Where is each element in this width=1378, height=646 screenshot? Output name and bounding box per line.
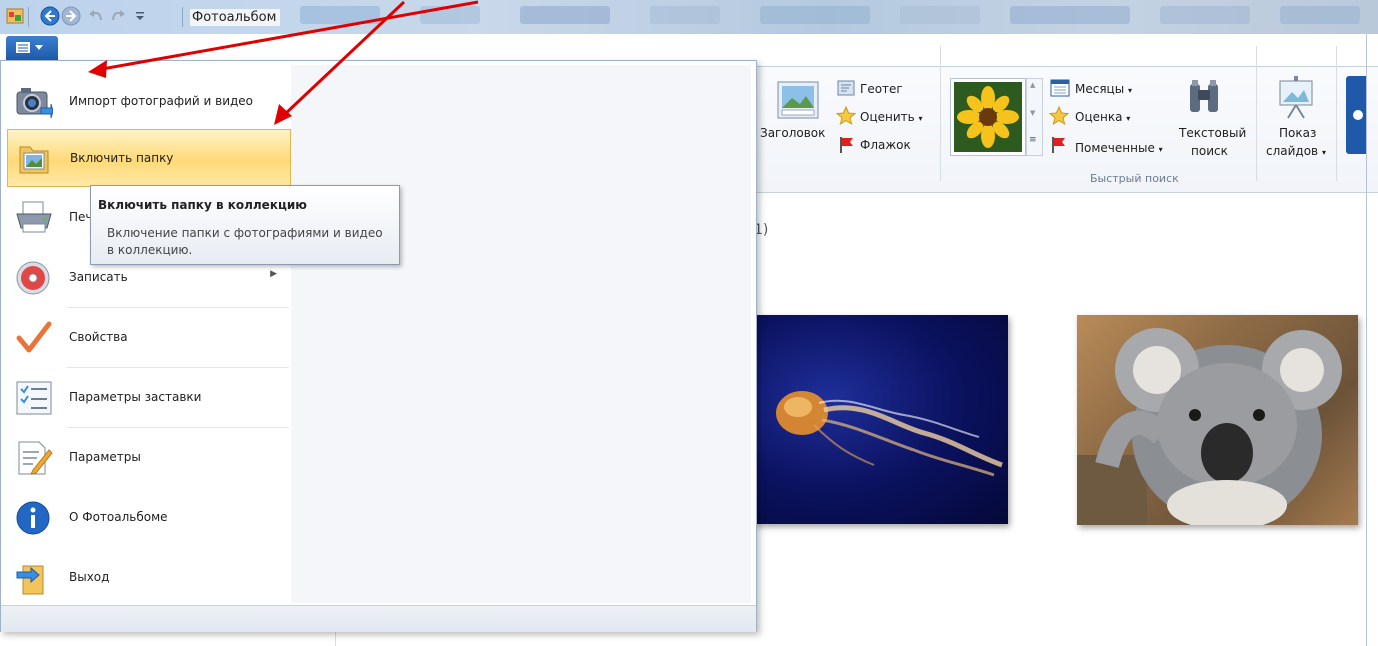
star-icon <box>1049 106 1069 126</box>
gallery-scroll[interactable]: ▲ ▼ ≡ <box>1026 78 1043 156</box>
text-search-label-1[interactable]: Текстовый <box>1179 126 1246 140</box>
camera-import-icon <box>16 88 53 119</box>
back-icon[interactable] <box>40 6 60 26</box>
redo-icon[interactable] <box>108 6 128 26</box>
window-edge <box>1366 34 1367 646</box>
gallery-up-icon[interactable]: ▲ <box>1030 81 1035 89</box>
ribbon-separator <box>940 46 941 181</box>
toolbar-separator <box>182 7 183 27</box>
menu-item-label: Параметры <box>69 450 141 464</box>
forward-icon[interactable] <box>61 6 81 26</box>
flower-thumbnail <box>954 82 1022 152</box>
window-title: Фотоальбом <box>190 9 281 26</box>
submenu-arrow-icon: ▶ <box>270 269 277 279</box>
menu-item-exit[interactable]: Выход <box>7 549 291 607</box>
menu-item-label: Печ <box>69 210 93 224</box>
caption-button[interactable]: Заголовок <box>760 126 825 140</box>
flag-icon <box>840 137 853 153</box>
app-menu-button[interactable] <box>6 36 58 60</box>
caption-icon <box>777 81 819 119</box>
menu-item-label: Свойства <box>69 330 128 344</box>
tooltip-title: Включить папку в коллекцию <box>98 198 307 212</box>
jellyfish-image <box>776 391 1003 477</box>
menu-item-label: Импорт фотографий и видео <box>69 94 254 108</box>
rating-button[interactable]: Оценка ▾ <box>1075 110 1130 124</box>
customize-icon[interactable] <box>130 6 150 26</box>
menu-recent-pane <box>291 65 751 603</box>
ribbon-tab-strip <box>755 34 1378 67</box>
menu-item-label: Выход <box>69 570 110 584</box>
thumbnail-gallery[interactable] <box>950 78 1026 156</box>
menu-separator <box>67 367 289 368</box>
calendar-icon <box>1050 79 1070 97</box>
ribbon-separator <box>1336 46 1337 181</box>
menu-button-icon <box>16 42 43 53</box>
rate-button[interactable]: Оценить ▾ <box>860 110 923 124</box>
star-icon <box>836 106 856 126</box>
cloud-icon <box>1353 110 1363 120</box>
disc-burn-icon <box>16 261 50 295</box>
tooltip: Включить папку в коллекцию Включение пап… <box>90 185 400 265</box>
slideshow-button[interactable]: слайдов ▾ <box>1266 144 1326 158</box>
menu-item-label: Включить папку <box>70 151 174 165</box>
menu-separator <box>67 307 289 308</box>
geotag-button[interactable]: Геотег <box>860 82 903 96</box>
flag-icon <box>1052 137 1065 153</box>
gallery-down-icon[interactable]: ▼ <box>1030 109 1035 117</box>
menu-footer <box>1 605 756 632</box>
months-button[interactable]: Месяцы ▾ <box>1075 82 1132 96</box>
exit-icon <box>16 565 44 595</box>
ribbon-separator <box>1256 46 1257 181</box>
ribbon-group-label: Быстрый поиск <box>1090 172 1179 185</box>
geotag-icon <box>837 80 855 96</box>
menu-item-options[interactable]: Параметры <box>7 429 291 487</box>
koala-photo[interactable] <box>1077 315 1358 525</box>
screensaver-list-icon <box>16 381 52 415</box>
slideshow-label-1[interactable]: Показ <box>1279 126 1316 140</box>
navigation-divider <box>335 630 336 646</box>
info-icon <box>16 501 50 535</box>
gallery-more-icon[interactable]: ≡ <box>1029 135 1037 145</box>
options-icon <box>18 441 53 475</box>
binoculars-icon <box>1190 80 1218 112</box>
app-icon[interactable] <box>6 7 24 25</box>
folder-include-icon <box>19 146 49 174</box>
menu-item-label: Параметры заставки <box>69 390 202 404</box>
koala-image <box>1077 328 1342 525</box>
menu-separator <box>67 427 289 428</box>
toolbar-separator <box>28 7 29 27</box>
cloud-tile[interactable] <box>1346 76 1366 154</box>
menu-item-properties[interactable]: Свойства <box>7 309 291 367</box>
menu-item-label: Записать <box>69 270 128 284</box>
application-menu: Импорт фотографий и видео Включить папку… <box>0 60 757 632</box>
undo-icon[interactable] <box>86 6 106 26</box>
checkmark-icon <box>16 321 52 353</box>
flagged-button[interactable]: Помеченные ▾ <box>1075 141 1163 155</box>
flag-button[interactable]: Флажок <box>860 138 911 152</box>
title-bar: Фотоальбом <box>0 0 1378 34</box>
menu-item-about[interactable]: О Фотоальбоме <box>7 489 291 547</box>
menu-item-screensaver[interactable]: Параметры заставки <box>7 369 291 427</box>
printer-icon <box>16 201 52 233</box>
menu-item-label: О Фотоальбоме <box>69 510 168 524</box>
menu-item-include-folder[interactable]: Включить папку <box>7 129 291 187</box>
tooltip-body: Включение папки с фотографиями и видео в… <box>107 226 383 257</box>
menu-commands: Импорт фотографий и видео Включить папку… <box>5 65 292 603</box>
jellyfish-photo[interactable] <box>754 315 1008 524</box>
menu-item-import[interactable]: Импорт фотографий и видео <box>7 73 291 131</box>
slideshow-icon <box>1279 76 1313 119</box>
text-search-label-2[interactable]: поиск <box>1191 144 1228 158</box>
